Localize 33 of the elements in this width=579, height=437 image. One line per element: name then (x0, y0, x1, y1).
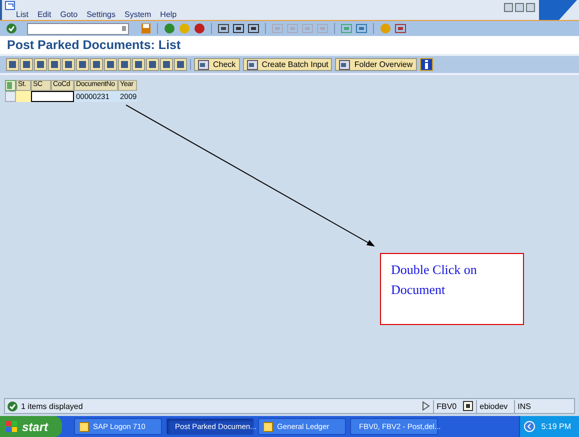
menu-item[interactable]: Settings (86, 10, 116, 19)
windows-logo-icon (6, 420, 18, 432)
status-text: 1 items displayed (21, 402, 83, 410)
menu-item[interactable]: Goto (60, 10, 78, 19)
command-field[interactable] (27, 22, 129, 34)
menu-item[interactable]: Edit (37, 10, 52, 19)
redaction-block (31, 91, 74, 102)
callout-note: Double Click on Document (380, 253, 524, 325)
enter-icon[interactable] (6, 23, 17, 34)
clock: 5:19 PM (541, 422, 571, 431)
user-name: ebiodev (476, 400, 511, 412)
toolbar-button[interactable]: Check (194, 58, 240, 71)
info-icon[interactable] (420, 58, 433, 71)
screen-title: Post Parked Documents: List (0, 36, 579, 54)
close-button[interactable] (526, 3, 535, 12)
toolbar-button[interactable]: Create Batch Input (242, 58, 332, 71)
status-cell (16, 91, 31, 102)
menu-item[interactable]: List (16, 10, 28, 19)
transaction-code: FBV0 (432, 400, 460, 412)
start-button[interactable]: start (0, 416, 62, 437)
save-icon[interactable] (141, 23, 151, 34)
input-mode: INS (514, 400, 534, 412)
menu-item[interactable]: Help (160, 10, 177, 19)
chevron-icon[interactable] (524, 421, 536, 432)
maximize-button[interactable] (515, 3, 524, 12)
window-icon (79, 422, 90, 432)
expand-icon[interactable] (422, 401, 430, 411)
menu-item[interactable]: System (124, 10, 152, 19)
system-menu-icon[interactable] (5, 1, 15, 10)
minimize-button[interactable] (504, 3, 513, 12)
toolbar-button[interactable]: Folder Overview (335, 58, 417, 71)
window-icon (263, 422, 274, 432)
success-icon (7, 400, 18, 412)
